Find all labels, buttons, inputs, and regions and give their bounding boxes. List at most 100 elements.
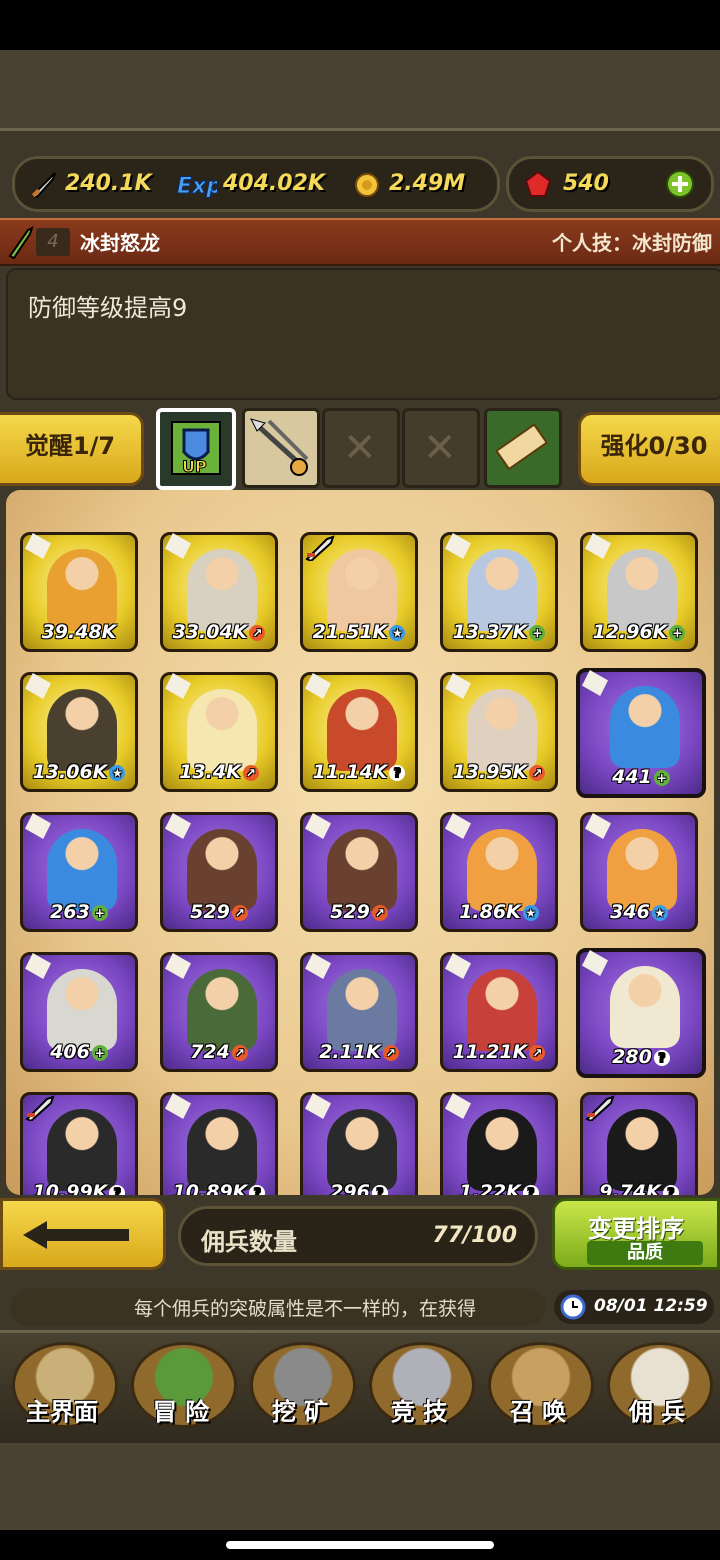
- mercenary-power: 441 +: [580, 766, 702, 788]
- mercenary-card[interactable]: 33.04K ↗: [160, 532, 278, 652]
- mercenary-card[interactable]: 280?: [576, 948, 706, 1078]
- power-value: 280: [612, 1046, 652, 1068]
- scroll-badge-icon: [165, 1093, 191, 1119]
- power-value: 406: [50, 1041, 90, 1063]
- arrows-icon: [250, 418, 309, 476]
- scroll-badge-icon: [445, 813, 471, 839]
- mercenary-portrait: [187, 969, 257, 1051]
- mercenary-portrait: [47, 829, 117, 911]
- power-value: 296: [330, 1181, 370, 1195]
- mercenary-card[interactable]: 263 +: [20, 812, 138, 932]
- mercenary-portrait: [327, 689, 397, 771]
- mercenary-power: 39.48K: [23, 621, 135, 643]
- mercenary-card[interactable]: 13.95K ↗: [440, 672, 558, 792]
- mercenary-portrait: [607, 549, 677, 631]
- add-gems-icon[interactable]: [665, 169, 695, 199]
- arrow-badge-icon: ↗: [529, 1044, 546, 1061]
- awaken-button[interactable]: 觉醒1/7: [0, 412, 144, 486]
- scroll-badge-icon: [165, 673, 191, 699]
- scroll-badge-icon: [305, 1093, 331, 1119]
- mercenary-card[interactable]: 11.21K ↗: [440, 952, 558, 1072]
- nav-adventure[interactable]: 冒 险: [125, 1338, 237, 1434]
- mercenary-card[interactable]: 529 ↗: [300, 812, 418, 932]
- nav-summon[interactable]: 召 唤: [482, 1338, 594, 1434]
- mercenary-card[interactable]: 346 ★: [580, 812, 698, 932]
- mercenary-card[interactable]: 10.89K?: [160, 1092, 278, 1195]
- mercenary-power: 13.4K ↗: [163, 761, 275, 783]
- exp-value: 404.02K: [223, 171, 325, 196]
- mercenary-card[interactable]: 10.99K?: [20, 1092, 138, 1195]
- mercenary-card[interactable]: 39.48K: [20, 532, 138, 652]
- empty-slot: ✕: [322, 408, 400, 488]
- empty-slot: ✕: [402, 408, 480, 488]
- mercenary-power: 529 ↗: [303, 901, 415, 923]
- skill-level: 4: [36, 228, 70, 256]
- mercenary-card[interactable]: 406 +: [20, 952, 138, 1072]
- mercenary-portrait: [467, 689, 537, 771]
- mercenary-card[interactable]: 13.37K +: [440, 532, 558, 652]
- mercenary-count: 佣兵数量 77/100: [178, 1206, 538, 1266]
- nav-label: 竞 技: [390, 1398, 448, 1426]
- mercenary-card[interactable]: 21.51K ★: [300, 532, 418, 652]
- home-indicator[interactable]: [226, 1541, 494, 1549]
- skill-description-box: 防御等级提高9: [6, 268, 720, 400]
- ticker-text: 每个佣兵的突破属性是不一样的，在获得: [134, 1298, 477, 1320]
- plus-badge-icon: +: [669, 624, 686, 641]
- nav-mining[interactable]: 挖 矿: [244, 1338, 356, 1434]
- mercenary-card[interactable]: 13.06K ★: [20, 672, 138, 792]
- scroll-badge-icon: [165, 813, 191, 839]
- mercenary-power: 9.74K?: [583, 1181, 695, 1195]
- mercenary-card[interactable]: 441 +: [576, 668, 706, 798]
- mercenary-card[interactable]: 11.14K?: [300, 672, 418, 792]
- mercenary-portrait: [610, 966, 680, 1048]
- mercenary-card[interactable]: 2.11K ↗: [300, 952, 418, 1072]
- nav-label: 主界面: [26, 1398, 98, 1426]
- mercenary-portrait: [187, 689, 257, 771]
- sort-button[interactable]: 变更排序 品质: [552, 1198, 720, 1270]
- arrow-badge-icon: ↗: [371, 904, 388, 921]
- power-value: 11.14K: [312, 761, 388, 783]
- shield-up-icon: UP: [171, 421, 221, 477]
- mercenary-portrait: [467, 969, 537, 1051]
- clock-icon: [560, 1294, 586, 1320]
- mercenary-portrait: [467, 549, 537, 631]
- q-badge-icon: ?: [662, 1184, 679, 1195]
- nav-mercenary[interactable]: 佣 兵: [601, 1338, 713, 1434]
- arrow-skill-slot[interactable]: [242, 408, 320, 488]
- scroll-badge-icon: [165, 533, 191, 559]
- mercenary-card[interactable]: 1.22K?: [440, 1092, 558, 1195]
- exp-icon: Exp: [177, 174, 218, 200]
- power-value: 13.95K: [452, 761, 528, 783]
- arrow-badge-icon: ↗: [231, 1044, 248, 1061]
- mercenary-power: 1.86K ★: [443, 901, 555, 923]
- shield-up-slot[interactable]: UP: [156, 408, 236, 490]
- enhance-button[interactable]: 强化0/30: [578, 412, 720, 486]
- power-value: 13.4K: [179, 761, 241, 783]
- sort-mode: 品质: [587, 1241, 703, 1265]
- scroll-badge-icon: [582, 670, 608, 696]
- mercenary-portrait: [47, 549, 117, 631]
- power-value: 529: [330, 901, 370, 923]
- mercenary-card[interactable]: 724 ↗: [160, 952, 278, 1072]
- nav-arena[interactable]: 竞 技: [363, 1338, 475, 1434]
- mercenary-card[interactable]: 529 ↗: [160, 812, 278, 932]
- scroll-skill-slot[interactable]: [484, 408, 562, 488]
- mercenary-power: 724 ↗: [163, 1041, 275, 1063]
- mercenary-card[interactable]: 13.4K ↗: [160, 672, 278, 792]
- mercenary-card[interactable]: 12.96K +: [580, 532, 698, 652]
- mercenary-portrait: [187, 829, 257, 911]
- star-badge-icon: ★: [522, 904, 539, 921]
- resource-bar: 240.1K Exp 404.02K 2.49M: [12, 156, 500, 212]
- mercenary-grid: 39.48K 33.04K ↗ 21.51K ★ 13.37K +12.96K + 13.06K…: [6, 490, 714, 1195]
- mercenary-card[interactable]: 9.74K?: [580, 1092, 698, 1195]
- mercenary-card[interactable]: 1.86K ★: [440, 812, 558, 932]
- power-value: 10.99K: [32, 1181, 108, 1195]
- nav-label: 召 唤: [509, 1398, 567, 1426]
- skill-sword-icon: [8, 226, 34, 260]
- mercenary-card[interactable]: 296?: [300, 1092, 418, 1195]
- count-label: 佣兵数量: [201, 1228, 297, 1256]
- power-value: 13.06K: [32, 761, 108, 783]
- nav-main-menu[interactable]: 主界面: [6, 1338, 118, 1434]
- back-button[interactable]: [0, 1198, 166, 1270]
- plus-badge-icon: +: [91, 904, 108, 921]
